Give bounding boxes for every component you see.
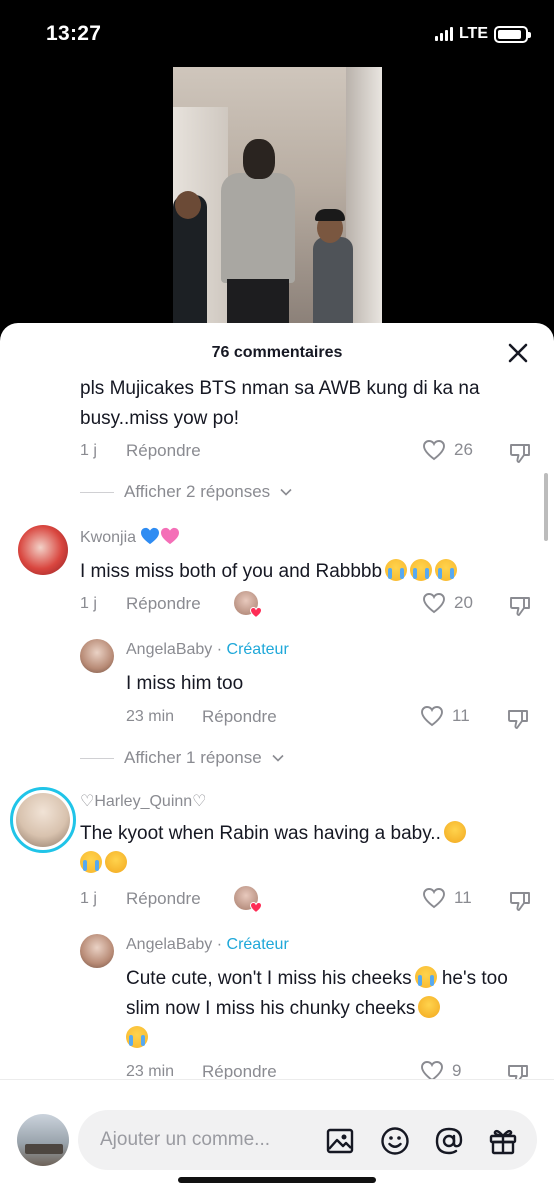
crying-emoji: [414, 966, 437, 988]
pink-heart-emoji: [161, 527, 180, 545]
status-bar: 13:27 LTE: [0, 0, 554, 64]
thumbs-down-icon[interactable]: [506, 1062, 530, 1079]
comment-time: 1 j: [80, 595, 97, 612]
my-avatar[interactable]: [17, 1114, 69, 1166]
avatar[interactable]: [18, 525, 68, 575]
reply-text: Cute cute, won't I miss his cheeks he's …: [126, 964, 546, 1054]
heart-icon: [250, 902, 262, 913]
heart-outline-icon: [421, 1061, 443, 1079]
reply-button[interactable]: Répondre: [202, 707, 277, 727]
comment-input[interactable]: [100, 1127, 300, 1153]
reply-button[interactable]: Répondre: [202, 1062, 277, 1079]
video-preview[interactable]: [173, 67, 382, 329]
heart-outline-icon: [423, 593, 445, 614]
close-icon[interactable]: [506, 341, 530, 365]
like-count: 11: [452, 706, 470, 725]
crying-emoji: [80, 851, 102, 873]
view-replies-label: Afficher 1 réponse: [124, 748, 262, 767]
chevron-down-icon: [280, 488, 292, 496]
avatar[interactable]: [10, 787, 76, 853]
comments-list[interactable]: pls Mujicakes BTS nman sa AWB kung di ka…: [0, 379, 554, 1079]
creator-liked-badge: [234, 591, 262, 618]
blue-heart-emoji: [141, 527, 160, 545]
emoji-icon[interactable]: [379, 1125, 411, 1157]
image-icon[interactable]: [324, 1125, 356, 1157]
comments-count-title: 76 commentaires: [211, 344, 343, 361]
reply-button[interactable]: Répondre: [126, 594, 201, 614]
comment-username[interactable]: Kwonjia: [80, 527, 180, 547]
thumbs-down-icon[interactable]: [508, 594, 532, 618]
creator-badge: Créateur: [226, 936, 289, 953]
reply-time: 23 min: [126, 1063, 175, 1079]
creator-liked-badge: [234, 886, 262, 913]
thumbs-down-icon[interactable]: [506, 707, 530, 731]
battery-icon: [494, 25, 531, 43]
reply-button[interactable]: Répondre: [126, 441, 201, 461]
like-button[interactable]: 26: [422, 439, 473, 461]
heart-outline-icon: [421, 706, 443, 727]
like-button[interactable]: 20: [422, 592, 473, 614]
status-indicators: LTE: [434, 25, 531, 43]
comment-time: 1 j: [80, 890, 97, 907]
crying-emoji: [410, 559, 433, 581]
like-count: 20: [454, 593, 473, 612]
reply-time: 23 min: [126, 708, 175, 725]
view-replies-button[interactable]: Afficher 2 réponses: [80, 482, 292, 502]
comment-text: pls Mujicakes BTS nman sa AWB kung di ka…: [80, 379, 480, 429]
gift-icon[interactable]: [487, 1125, 519, 1157]
scrollbar[interactable]: [544, 473, 548, 541]
divider-line: [80, 491, 114, 493]
reply-text: I miss him too: [126, 673, 244, 694]
comment-text: The kyoot when Rabin was having a baby..: [80, 819, 540, 879]
comment-time: 1 j: [80, 442, 97, 459]
crying-emoji: [385, 559, 408, 581]
creator-badge: Créateur: [226, 641, 289, 658]
comment-input-container[interactable]: [78, 1110, 537, 1170]
reply-button[interactable]: Répondre: [126, 889, 201, 909]
avatar[interactable]: [80, 934, 114, 968]
comments-sheet: 76 commentaires pls Mujicakes BTS nman s…: [0, 323, 554, 1199]
like-count: 9: [452, 1061, 462, 1079]
heart-outline-icon: [423, 440, 445, 461]
at-icon[interactable]: [433, 1125, 465, 1157]
reply-username[interactable]: AngelaBaby · Créateur: [126, 936, 289, 954]
like-button[interactable]: 11: [422, 887, 472, 909]
smiling-hearts-emoji: [105, 851, 127, 873]
home-indicator[interactable]: [178, 1177, 376, 1183]
like-count: 26: [454, 440, 473, 459]
comment-username[interactable]: ♡Harley_Quinn♡: [80, 791, 207, 811]
crying-emoji: [126, 1026, 148, 1048]
heart-icon: [250, 607, 262, 618]
chevron-down-icon: [272, 754, 284, 762]
divider-line: [80, 757, 114, 759]
view-replies-label: Afficher 2 réponses: [124, 482, 271, 501]
like-button[interactable]: 9: [420, 1060, 461, 1079]
thumbs-down-icon[interactable]: [508, 889, 532, 913]
status-time: 13:27: [46, 22, 102, 45]
thumbs-down-icon[interactable]: [508, 441, 532, 465]
view-replies-button[interactable]: Afficher 1 réponse: [80, 748, 284, 768]
battery-level: [498, 29, 522, 39]
like-count: 11: [454, 888, 472, 907]
like-button[interactable]: 11: [420, 705, 470, 727]
comment-text: I miss miss both of you and Rabbbb: [80, 557, 520, 587]
relieved-emoji: [418, 996, 441, 1018]
network-label: LTE: [458, 25, 488, 42]
grin-emoji: [443, 821, 466, 843]
heart-outline-icon: [423, 888, 445, 909]
crying-emoji: [435, 559, 458, 581]
reply-username[interactable]: AngelaBaby · Créateur: [126, 641, 289, 659]
signal-icon: [434, 27, 453, 41]
sheet-header: 76 commentaires: [0, 323, 554, 379]
avatar[interactable]: [80, 639, 114, 673]
